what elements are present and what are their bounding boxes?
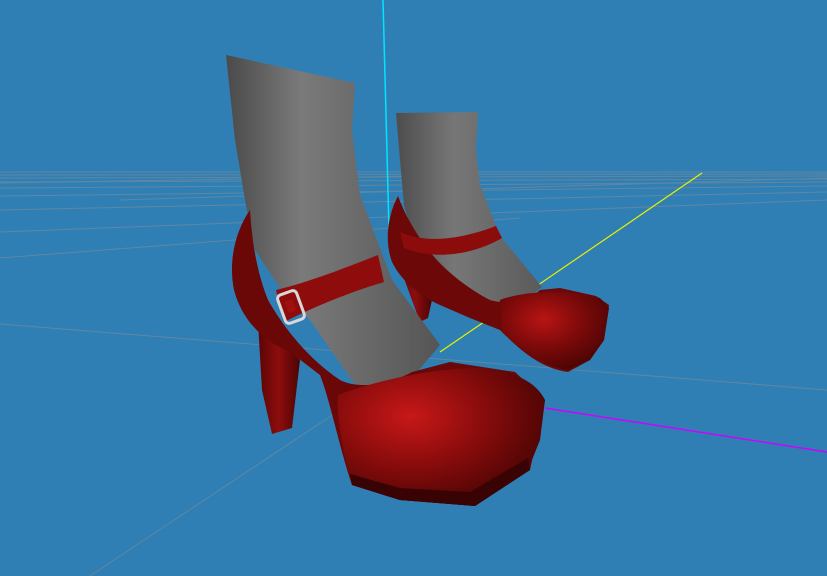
x-axis-line [544, 407, 827, 453]
right-shoe-toe [500, 292, 609, 370]
3d-viewport[interactable] [0, 0, 827, 576]
y-axis-line [382, 0, 390, 231]
viewport-canvas[interactable] [0, 0, 827, 576]
